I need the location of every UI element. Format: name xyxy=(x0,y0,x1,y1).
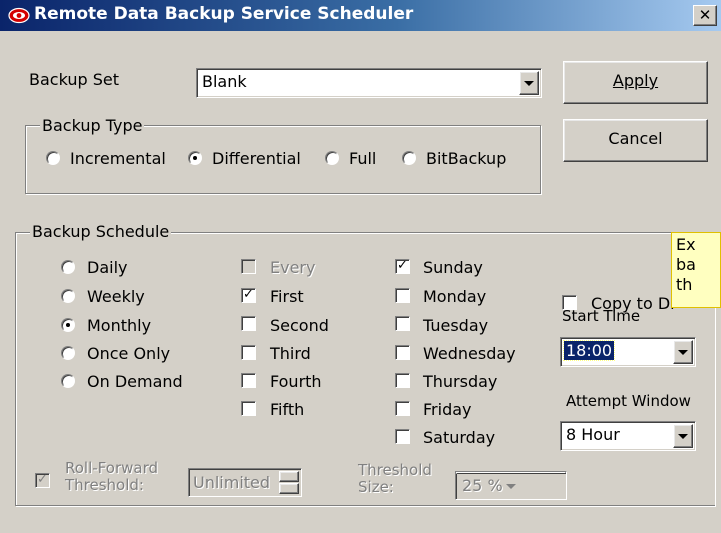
label-weekly: Weekly xyxy=(87,287,145,306)
chevron-down-icon xyxy=(524,81,534,86)
label-friday: Friday xyxy=(423,400,472,419)
checkbox-tuesday[interactable] xyxy=(395,316,410,331)
checkbox-third[interactable] xyxy=(241,345,256,360)
checkbox-every[interactable] xyxy=(241,259,256,274)
checkbox-fifth[interactable] xyxy=(241,401,256,416)
attempt-window-value: 8 Hour xyxy=(566,425,620,444)
attempt-window-dropdown[interactable]: 8 Hour xyxy=(560,421,696,451)
checkbox-second[interactable] xyxy=(241,316,256,331)
chevron-down-icon xyxy=(678,434,688,439)
start-time-dropdown-button[interactable] xyxy=(673,340,693,364)
label-thursday: Thursday xyxy=(423,372,498,391)
attempt-window-label: Attempt Window xyxy=(566,392,691,410)
radio-bitbackup[interactable] xyxy=(402,151,416,165)
cancel-button[interactable]: Cancel xyxy=(563,119,708,162)
radio-incremental[interactable] xyxy=(46,151,60,165)
backup-set-label: Backup Set xyxy=(29,70,120,89)
label-second: Second xyxy=(270,316,329,335)
label-sunday: Sunday xyxy=(423,258,483,277)
roll-forward-value: Unlimited xyxy=(193,473,271,492)
threshold-size-dropdown-button[interactable] xyxy=(456,472,566,489)
radio-daily[interactable] xyxy=(61,260,75,274)
label-fourth: Fourth xyxy=(270,372,322,391)
label-once-only: Once Only xyxy=(87,344,171,363)
start-time-label: Start Time xyxy=(562,307,641,325)
checkbox-wednesday[interactable] xyxy=(395,345,410,360)
radio-weekly[interactable] xyxy=(61,289,75,303)
apply-button[interactable]: Apply xyxy=(563,61,708,104)
label-tuesday: Tuesday xyxy=(423,316,489,335)
threshold-size-value: 25 % xyxy=(462,476,503,495)
label-wednesday: Wednesday xyxy=(423,344,516,363)
backup-set-value: Blank xyxy=(202,72,247,91)
tooltip: Ex ba th xyxy=(671,232,721,308)
label-fifth: Fifth xyxy=(270,400,305,419)
roll-forward-label: Roll-Forward Threshold: xyxy=(65,459,158,494)
label-monthly: Monthly xyxy=(87,316,152,335)
label-every: Every xyxy=(270,258,316,277)
checkbox-fourth[interactable] xyxy=(241,373,256,388)
label-differential: Differential xyxy=(212,149,301,168)
roll-forward-spinner[interactable]: Unlimited xyxy=(188,468,302,497)
backup-schedule-legend: Backup Schedule xyxy=(30,222,172,241)
label-saturday: Saturday xyxy=(423,428,496,447)
checkbox-monday[interactable] xyxy=(395,288,410,303)
label-first: First xyxy=(270,287,304,306)
close-icon: ✕ xyxy=(698,6,712,24)
checkbox-friday[interactable] xyxy=(395,401,410,416)
label-full: Full xyxy=(349,149,377,168)
radio-once-only[interactable] xyxy=(61,346,75,360)
backup-type-legend: Backup Type xyxy=(40,116,145,135)
start-time-value: 18:00 xyxy=(562,340,616,361)
label-on-demand: On Demand xyxy=(87,372,183,391)
threshold-size-dropdown[interactable]: 25 % xyxy=(455,471,567,500)
spin-down-button[interactable] xyxy=(279,483,299,494)
red-eye-logo-icon xyxy=(8,7,30,24)
checkbox-saturday[interactable] xyxy=(395,429,410,444)
checkbox-thursday[interactable] xyxy=(395,373,410,388)
radio-monthly[interactable] xyxy=(61,318,75,332)
label-bitbackup: BitBackup xyxy=(426,149,507,168)
radio-full[interactable] xyxy=(325,151,339,165)
radio-differential[interactable] xyxy=(188,151,202,165)
label-daily: Daily xyxy=(87,258,128,277)
attempt-window-dropdown-button[interactable] xyxy=(673,424,693,448)
checkbox-first[interactable]: ✓ xyxy=(241,288,256,303)
backup-set-dropdown-button[interactable] xyxy=(519,71,539,95)
backup-set-dropdown[interactable]: Blank xyxy=(196,68,542,98)
label-incremental: Incremental xyxy=(70,149,166,168)
label-third: Third xyxy=(270,344,311,363)
label-monday: Monday xyxy=(423,287,487,306)
window-title: Remote Data Backup Service Scheduler xyxy=(34,4,414,24)
radio-on-demand[interactable] xyxy=(61,374,75,388)
checkbox-sunday[interactable]: ✓ xyxy=(395,259,410,274)
checkbox-roll-forward[interactable]: ✓ xyxy=(35,473,50,488)
chevron-down-icon xyxy=(678,350,688,355)
chevron-down-icon xyxy=(506,483,516,489)
spin-up-button[interactable] xyxy=(279,471,299,482)
close-button[interactable]: ✕ xyxy=(693,5,717,26)
threshold-size-label: Threshold Size: xyxy=(358,461,432,496)
start-time-dropdown[interactable]: 18:00 xyxy=(560,337,696,367)
